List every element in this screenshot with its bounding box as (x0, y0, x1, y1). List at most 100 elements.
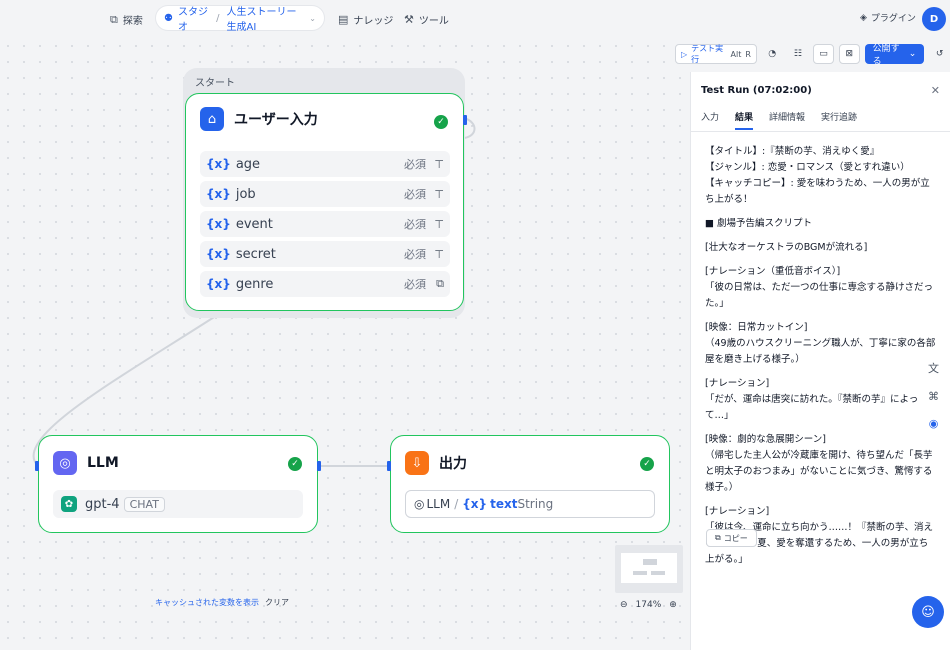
path-separator: / (454, 497, 459, 511)
apps-icon[interactable]: ⌘ (928, 390, 939, 403)
llm-node[interactable]: ◎ LLM ✓ ✿ gpt-4 CHAT (38, 435, 318, 533)
input-port[interactable] (35, 461, 39, 471)
publish-button[interactable]: 公開する ⌄ (864, 44, 925, 67)
chat-support-button[interactable]: ☺ (912, 596, 944, 628)
source-node-name: LLM (426, 497, 451, 511)
variable-row[interactable]: {x} age 必須 ⊤ (200, 151, 450, 177)
avatar[interactable]: D (922, 7, 946, 31)
zoom-out-icon[interactable]: ⊖ (620, 600, 628, 610)
separator: / (216, 12, 220, 24)
text-field-icon: ⊤ (434, 187, 444, 201)
variable-icon: {x} (206, 277, 231, 291)
variable-icon: {x} (206, 187, 231, 201)
nav-studio-label: スタジオ (177, 7, 208, 33)
variable-name: job (235, 186, 256, 202)
minimap[interactable] (615, 545, 683, 593)
panel-tabs: 入力 結果 詳細情報 実行追跡 (701, 110, 857, 130)
tab-tracing[interactable]: 実行追跡 (821, 110, 857, 130)
play-icon: ▷ (681, 49, 688, 59)
result-paragraph: [ナレーション] 「だが、運命は唐突に訪れた。『禁断の芋』によって…」 (705, 378, 919, 421)
result-paragraph: [ナレーション（重低音ボイス）] 「彼の日常は、ただ一つの仕事に専念する静けさだ… (705, 266, 934, 309)
variable-row[interactable]: {x} secret 必須 ⊤ (200, 241, 450, 267)
workflow-canvas[interactable]: スタート ⌂ ユーザー入力 ✓ {x} age 必須 ⊤ {x} job 必須 … (0, 38, 690, 650)
nav-plugin[interactable]: ◈ プラグイン (860, 11, 916, 25)
node-title: ユーザー入力 (234, 112, 318, 128)
panel-title: Test Run (07:02:00) (701, 85, 812, 96)
copy-icon: ⧉ (715, 533, 721, 542)
variable-row[interactable]: {x} event 必須 ⊤ (200, 211, 450, 237)
nav-explore[interactable]: ⧉ 探索 (110, 10, 143, 28)
variable-icon: {x} (462, 497, 488, 511)
model-mode-badge: CHAT (123, 496, 165, 512)
side-floating-icons: 文 ⌘ ◉ (928, 360, 939, 430)
success-check-icon: ✓ (434, 115, 448, 129)
top-navigation: ⧉ 探索 ⚉ スタジオ / 人生ストーリー生成AI ⌄ ▤ ナレッジ ⚒ ツール… (0, 0, 950, 38)
compass-icon: ⧉ (110, 12, 118, 26)
result-content: 【タイトル】:『禁断の芋、消えゆく愛』 【ジャンル】: 恋愛・ロマンス（愛とすれ… (705, 144, 937, 576)
chat-icon: ☺ (921, 604, 935, 620)
output-port[interactable] (463, 115, 467, 125)
history-icon[interactable]: ◔ (762, 44, 783, 64)
model-name: gpt-4 (85, 496, 120, 512)
zoom-in-icon[interactable]: ⊕ (669, 600, 677, 610)
close-icon[interactable]: ✕ (931, 84, 940, 97)
checklist-icon[interactable]: ☷ (788, 44, 809, 64)
test-run-panel: Test Run (07:02:00) ✕ 入力 結果 詳細情報 実行追跡 【タ… (690, 72, 950, 650)
source-variable: text (490, 497, 518, 511)
node-header: ⇩ 出力 (405, 451, 467, 475)
output-node[interactable]: ⇩ 出力 ✓ ◎ LLM / {x} text String (390, 435, 670, 533)
book-icon: ▤ (338, 12, 349, 26)
tab-input[interactable]: 入力 (701, 110, 719, 130)
nav-studio[interactable]: ⚉ スタジオ / 人生ストーリー生成AI ⌄ (156, 6, 324, 33)
result-paragraph: [壮大なオーケストラのBGMが流れる] (705, 242, 868, 253)
llm-small-icon: ◎ (414, 497, 425, 511)
required-label: 必須 (404, 218, 426, 231)
minimap-node (651, 571, 665, 575)
output-port[interactable] (317, 461, 321, 471)
start-group-label: スタート (195, 78, 235, 89)
translate-icon[interactable]: 文 (928, 360, 939, 376)
nav-tools[interactable]: ⚒ ツール (404, 10, 449, 28)
openai-icon: ✿ (61, 496, 77, 512)
show-cached-vars-link[interactable]: キャッシュされた変数を表示 (155, 597, 259, 608)
nav-knowledge[interactable]: ▤ ナレッジ (338, 10, 393, 28)
env-variables-icon[interactable]: ▭ (813, 44, 834, 64)
variable-name: genre (235, 276, 274, 292)
output-variable[interactable]: ◎ LLM / {x} text String (405, 490, 655, 518)
variable-icon: {x} (206, 217, 231, 231)
chevron-down-icon[interactable]: ⌄ (309, 14, 316, 23)
minimap-node (633, 571, 647, 575)
success-check-icon: ✓ (640, 457, 654, 471)
model-selector[interactable]: ✿ gpt-4 CHAT (53, 490, 303, 518)
required-label: 必須 (404, 188, 426, 201)
zoom-level: 174% (635, 600, 662, 610)
test-run-button[interactable]: ▷ テスト実行 Alt R (675, 44, 757, 64)
bot-icon[interactable]: ◉ (929, 417, 939, 430)
workflow-toolbar: ▷ テスト実行 Alt R ◔ ☷ ▭ ⊠ 公開する ⌄ ↺ (675, 43, 950, 67)
copy-button[interactable]: ⧉ コピー (706, 529, 757, 547)
input-port[interactable] (387, 461, 391, 471)
text-field-icon: ⊤ (434, 247, 444, 261)
user-input-node[interactable]: ⌂ ユーザー入力 ✓ {x} age 必須 ⊤ {x} job 必須 ⊤ {x}… (185, 93, 464, 311)
select-icon: ⧉ (436, 277, 444, 290)
cache-controls: キャッシュされた変数を表示 クリア (155, 597, 289, 608)
app-name: 人生ストーリー生成AI (226, 7, 297, 33)
text-field-icon: ⊤ (434, 157, 444, 171)
success-check-icon: ✓ (288, 457, 302, 471)
text-field-icon: ⊤ (434, 217, 444, 231)
chevron-down-icon: ⌄ (908, 49, 917, 59)
clear-link[interactable]: クリア (265, 597, 289, 608)
feature-icon[interactable]: ⊠ (838, 44, 860, 64)
tab-details[interactable]: 詳細情報 (769, 110, 805, 130)
copy-label: コピー (723, 533, 748, 543)
nav-knowledge-label: ナレッジ (353, 15, 394, 27)
variable-row[interactable]: {x} genre 必須 ⧉ (200, 271, 450, 297)
variable-row[interactable]: {x} job 必須 ⊤ (200, 181, 450, 207)
restore-icon[interactable]: ↺ (929, 44, 950, 64)
required-label: 必須 (404, 248, 426, 261)
shortcut-r: R (745, 49, 751, 59)
variable-icon: {x} (206, 157, 231, 171)
result-paragraph: [映像：日常カットイン] （49歳のハウスクリーニング職人が、丁寧に家の各部屋を… (705, 322, 936, 365)
tab-result[interactable]: 結果 (735, 110, 754, 130)
variable-name: secret (235, 246, 276, 262)
